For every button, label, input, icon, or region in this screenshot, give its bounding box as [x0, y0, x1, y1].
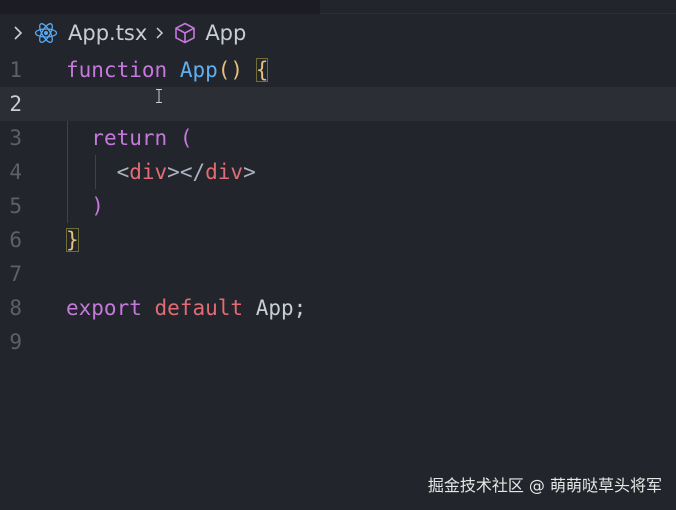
tag-bracket-token: >	[167, 160, 180, 184]
line-number: 3	[9, 126, 22, 150]
keyword-token: return	[91, 126, 168, 150]
cube-icon	[173, 21, 197, 45]
semicolon-token: ;	[293, 296, 307, 320]
line-number: 6	[9, 228, 22, 252]
code-text: }	[66, 223, 79, 257]
tag-bracket-token: >	[243, 160, 256, 184]
tag-name-token: div	[205, 160, 244, 184]
watermark: 掘金技术社区 @ 萌萌哒草头将军	[427, 476, 662, 495]
tab-bar-strip	[0, 0, 676, 14]
code-text: return (	[66, 121, 192, 155]
tag-name-token: div	[129, 160, 168, 184]
breadcrumb-file[interactable]: App.tsx	[68, 21, 147, 45]
open-brace-token: {	[255, 58, 269, 82]
code-text: function App() {	[66, 53, 269, 87]
breadcrumb-symbol[interactable]: App	[205, 21, 246, 45]
code-line[interactable]: 5 )	[0, 189, 676, 223]
tab-bar-dark-area	[0, 0, 320, 14]
chevron-right-icon[interactable]	[10, 25, 26, 41]
code-text: )	[66, 189, 104, 223]
function-name-token: App	[179, 58, 218, 82]
react-icon	[34, 21, 58, 45]
breadcrumb: App.tsx App	[0, 14, 676, 52]
code-line[interactable]: 7	[0, 257, 676, 291]
code-line[interactable]: 9	[0, 325, 676, 359]
line-number: 2	[9, 92, 22, 116]
chevron-right-icon	[153, 25, 167, 41]
keyword-token: function	[66, 58, 168, 82]
code-line[interactable]: 1 function App() {	[0, 53, 676, 87]
paren-token: )	[91, 194, 104, 218]
parens-token: ()	[217, 58, 244, 82]
code-line-current[interactable]: 2	[0, 87, 676, 121]
code-editor[interactable]: 1 function App() { 2 3 return ( 4 <div><…	[0, 53, 676, 363]
line-number: 4	[9, 160, 22, 184]
tag-bracket-token: <	[116, 160, 130, 184]
close-brace-token: }	[66, 228, 79, 252]
line-number: 7	[9, 262, 22, 286]
identifier-token: App	[255, 296, 294, 320]
code-line[interactable]: 8 export default App;	[0, 291, 676, 325]
code-text: <div></div>	[66, 155, 256, 189]
line-number: 5	[9, 194, 22, 218]
line-number: 8	[9, 296, 22, 320]
paren-token: (	[179, 126, 193, 150]
code-line[interactable]: 3 return (	[0, 121, 676, 155]
line-number: 1	[9, 58, 22, 82]
keyword-token: default	[154, 296, 244, 320]
code-line[interactable]: 4 <div></div>	[0, 155, 676, 189]
keyword-token: export	[66, 296, 142, 320]
tag-bracket-token: </	[179, 160, 206, 184]
code-text: export default App;	[66, 291, 306, 325]
code-line[interactable]: 6 }	[0, 223, 676, 257]
line-number: 9	[9, 330, 22, 354]
text-cursor-icon	[155, 88, 163, 103]
